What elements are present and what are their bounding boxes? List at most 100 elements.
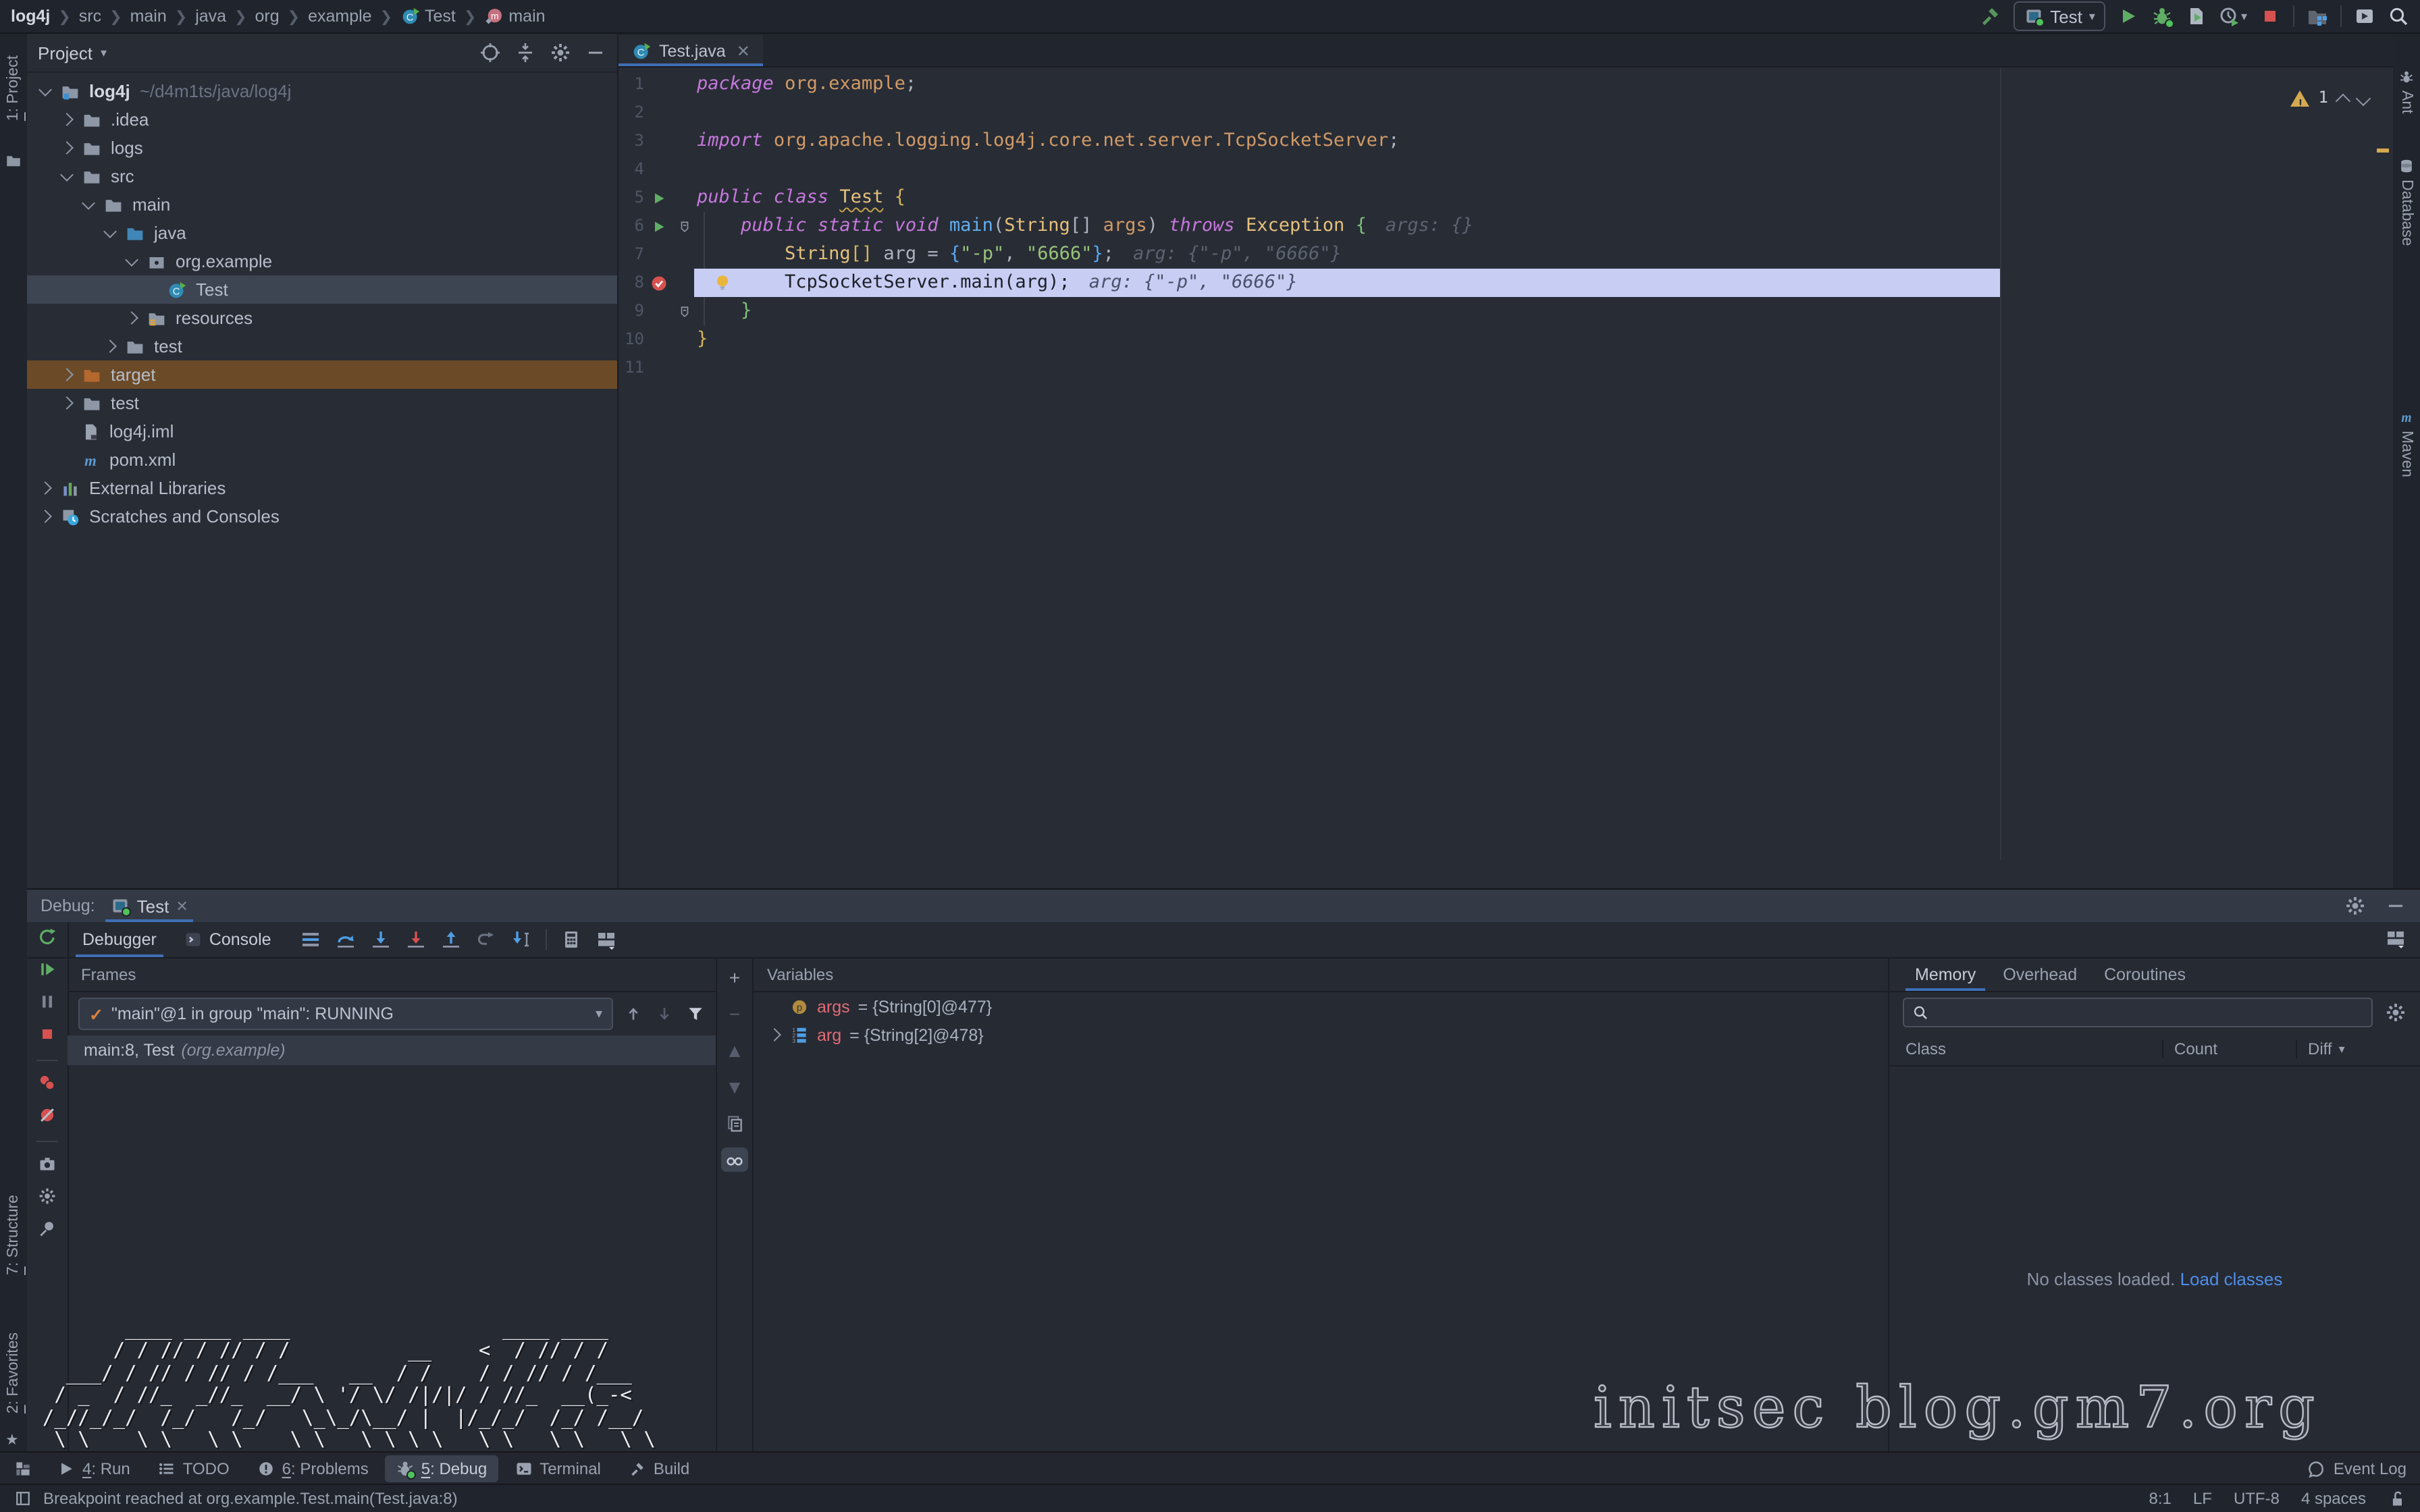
tree-item-test[interactable]: CTest xyxy=(27,275,617,304)
toolwindow-terminal[interactable]: Terminal xyxy=(503,1455,612,1482)
pause-button[interactable] xyxy=(38,992,57,1015)
settings-icon[interactable] xyxy=(550,42,571,63)
tab-coroutines[interactable]: Coroutines xyxy=(2092,957,2198,991)
close-icon[interactable]: ✕ xyxy=(737,41,750,60)
breadcrumb-item-java[interactable]: java xyxy=(195,7,226,26)
layout-icon[interactable] xyxy=(2385,927,2406,948)
stripe-maven[interactable]: Maven xyxy=(2398,431,2415,477)
breadcrumb-item-main[interactable]: main xyxy=(130,7,167,26)
variable-row-args[interactable]: pargs= {String[0]@477} xyxy=(754,992,1888,1021)
variable-row-arg[interactable]: 123arg= {String[2]@478} xyxy=(754,1021,1888,1049)
tree-item--idea[interactable]: .idea xyxy=(27,105,617,134)
toolwindow-6--problems[interactable]: 6: Problems xyxy=(246,1455,379,1482)
search-icon[interactable] xyxy=(2388,5,2409,27)
resume-button[interactable] xyxy=(38,960,57,983)
gutter[interactable] xyxy=(644,212,674,240)
next-warning-icon[interactable] xyxy=(2356,90,2371,106)
inspection-widget[interactable]: 1 xyxy=(2290,84,2369,112)
breadcrumb-item-org[interactable]: org xyxy=(255,7,280,26)
column-class[interactable]: Class xyxy=(1889,1040,2162,1058)
mute-breakpoints-button[interactable] xyxy=(38,1106,57,1129)
run-icon[interactable] xyxy=(651,218,667,234)
filter-icon[interactable] xyxy=(686,1004,705,1023)
run-icon[interactable] xyxy=(2118,5,2140,27)
thread-dump-button[interactable] xyxy=(38,1154,57,1177)
gear-icon[interactable] xyxy=(2385,1002,2406,1023)
run-to-cursor-button[interactable] xyxy=(505,925,537,954)
breakpoint-icon[interactable] xyxy=(650,273,668,292)
add-watch-button[interactable]: + xyxy=(721,965,748,990)
show-watches-button[interactable] xyxy=(721,1148,748,1172)
settings-icon[interactable] xyxy=(2344,895,2366,917)
editor-area[interactable]: C Test.java ✕ 1 1package org.example;23i… xyxy=(619,34,2393,888)
tree-item-external-libraries[interactable]: External Libraries xyxy=(27,474,617,502)
breadcrumb-item-log4j[interactable]: log4j xyxy=(11,7,50,26)
tree-item-resources[interactable]: resources xyxy=(27,304,617,332)
toolwindow-build[interactable]: Build xyxy=(617,1455,700,1482)
stop-button[interactable] xyxy=(38,1025,57,1048)
tree-item-test[interactable]: test xyxy=(27,332,617,360)
status-4-spaces[interactable]: 4 spaces xyxy=(2301,1489,2366,1508)
locate-icon[interactable] xyxy=(479,42,501,63)
project-structure-icon[interactable] xyxy=(2307,5,2328,27)
down-arrow-icon[interactable] xyxy=(655,1004,674,1023)
column-count[interactable]: Count xyxy=(2162,1040,2296,1058)
tab-console[interactable]: Console xyxy=(172,922,284,957)
tab-memory[interactable]: Memory xyxy=(1903,957,1988,991)
status-lf[interactable]: LF xyxy=(2193,1489,2212,1508)
toolwindow-4--run[interactable]: 4: Run xyxy=(46,1455,141,1482)
toolwindow-todo[interactable]: TODO xyxy=(147,1455,240,1482)
toolwindow-5--debug[interactable]: 5: Debug xyxy=(385,1455,498,1482)
breadcrumb-item-test[interactable]: CTest xyxy=(400,7,456,26)
tree-item-pom-xml[interactable]: mpom.xml xyxy=(27,446,617,474)
evaluate-button[interactable] xyxy=(555,925,587,954)
code-editor[interactable]: 1 1package org.example;23import org.apac… xyxy=(619,68,2393,860)
run-anything-icon[interactable] xyxy=(2354,5,2375,27)
show-execution-point-button[interactable] xyxy=(294,925,327,954)
gutter[interactable] xyxy=(644,184,674,212)
error-stripe-mark[interactable] xyxy=(2377,148,2389,153)
status-8-1[interactable]: 8:1 xyxy=(2149,1489,2172,1508)
thread-selector[interactable]: ✓ "main"@1 in group "main": RUNNING ▾ xyxy=(78,998,613,1030)
step-out-button[interactable] xyxy=(435,925,467,954)
stripe-structure[interactable]: 7: Structure xyxy=(5,1195,22,1275)
event-log-button[interactable]: Event Log xyxy=(2307,1459,2406,1478)
tree-item-java[interactable]: java xyxy=(27,219,617,247)
breakpoint-gutter[interactable] xyxy=(644,269,674,297)
column-diff[interactable]: Diff▾ xyxy=(2296,1040,2420,1058)
status-utf-8[interactable]: UTF-8 xyxy=(2234,1489,2280,1508)
step-over-button[interactable] xyxy=(330,925,362,954)
breadcrumb-item-main[interactable]: mmain xyxy=(484,7,545,26)
collapse-all-icon[interactable] xyxy=(515,42,536,63)
tree-item-scratches-and-consoles[interactable]: Scratches and Consoles xyxy=(27,502,617,531)
load-classes-link[interactable]: Load classes xyxy=(2180,1269,2283,1289)
stripe-favorites[interactable]: 2: Favorites xyxy=(5,1332,22,1413)
hide-icon[interactable] xyxy=(585,42,606,63)
debug-icon[interactable] xyxy=(2152,5,2174,27)
stripe-ant[interactable]: Ant xyxy=(2398,90,2415,114)
tab-test-java[interactable]: C Test.java ✕ xyxy=(619,35,764,66)
frame-row[interactable]: main:8, Test(org.example) xyxy=(68,1035,716,1065)
prev-warning-icon[interactable] xyxy=(2336,93,2351,109)
view-breakpoints-button[interactable] xyxy=(38,1073,57,1096)
tree-item-log4j-iml[interactable]: log4j.iml xyxy=(27,417,617,446)
bulb-icon[interactable] xyxy=(713,273,732,292)
tab-overhead[interactable]: Overhead xyxy=(1991,957,2089,991)
up-arrow-icon[interactable] xyxy=(624,1004,643,1023)
stripe-project[interactable]: 1: Project xyxy=(5,55,22,121)
close-icon[interactable]: ✕ xyxy=(176,897,188,915)
tool-windows-icon[interactable] xyxy=(14,1459,32,1478)
settings-button[interactable] xyxy=(38,1187,57,1210)
rerun-button[interactable] xyxy=(38,927,57,950)
move-up-button[interactable]: ▲ xyxy=(721,1038,748,1062)
tree-item-src[interactable]: src xyxy=(27,162,617,190)
stop-icon[interactable] xyxy=(2259,5,2281,27)
lock-open-icon[interactable] xyxy=(2388,1489,2406,1508)
debug-tab-test[interactable]: Test ✕ xyxy=(106,890,194,922)
tree-item-test[interactable]: test xyxy=(27,389,617,417)
run-config-selector[interactable]: Test▾ xyxy=(2014,1,2106,31)
tree-item-main[interactable]: main xyxy=(27,190,617,219)
build-icon[interactable] xyxy=(1980,5,2001,27)
force-step-into-button[interactable] xyxy=(400,925,432,954)
drop-frame-button[interactable] xyxy=(470,925,502,954)
